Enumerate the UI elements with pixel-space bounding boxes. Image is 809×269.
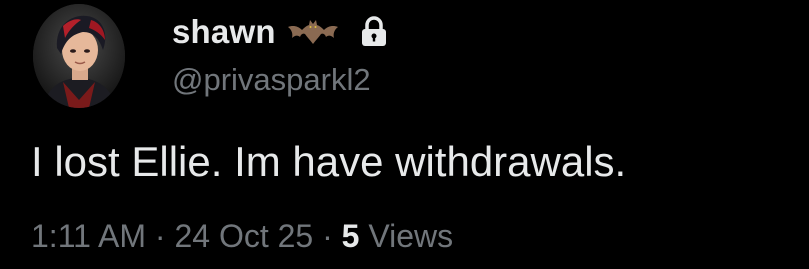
meta-separator: · — [322, 218, 333, 254]
tweet-time[interactable]: 1:11 AM — [31, 218, 146, 254]
tweet-meta: 1:11 AM · 24 Oct 25 · 5 Views — [31, 218, 453, 255]
views-count: 5 — [341, 218, 360, 254]
avatar-image — [33, 4, 125, 108]
tweet-text: I lost Ellie. Im have withdrawals. — [31, 138, 627, 185]
views-label: Views — [368, 218, 454, 254]
meta-separator: · — [154, 218, 166, 254]
display-name[interactable]: shawn — [172, 13, 276, 51]
avatar[interactable] — [33, 4, 125, 108]
user-handle[interactable]: @privasparkl2 — [172, 62, 371, 98]
tweet-card: shawn @privasparkl2 I lost Ellie. Im hav… — [0, 0, 809, 269]
tweet-date[interactable]: 24 Oct 25 — [174, 218, 313, 254]
lock-icon — [360, 16, 388, 48]
name-row: shawn — [172, 9, 388, 55]
bat-icon — [287, 18, 338, 46]
